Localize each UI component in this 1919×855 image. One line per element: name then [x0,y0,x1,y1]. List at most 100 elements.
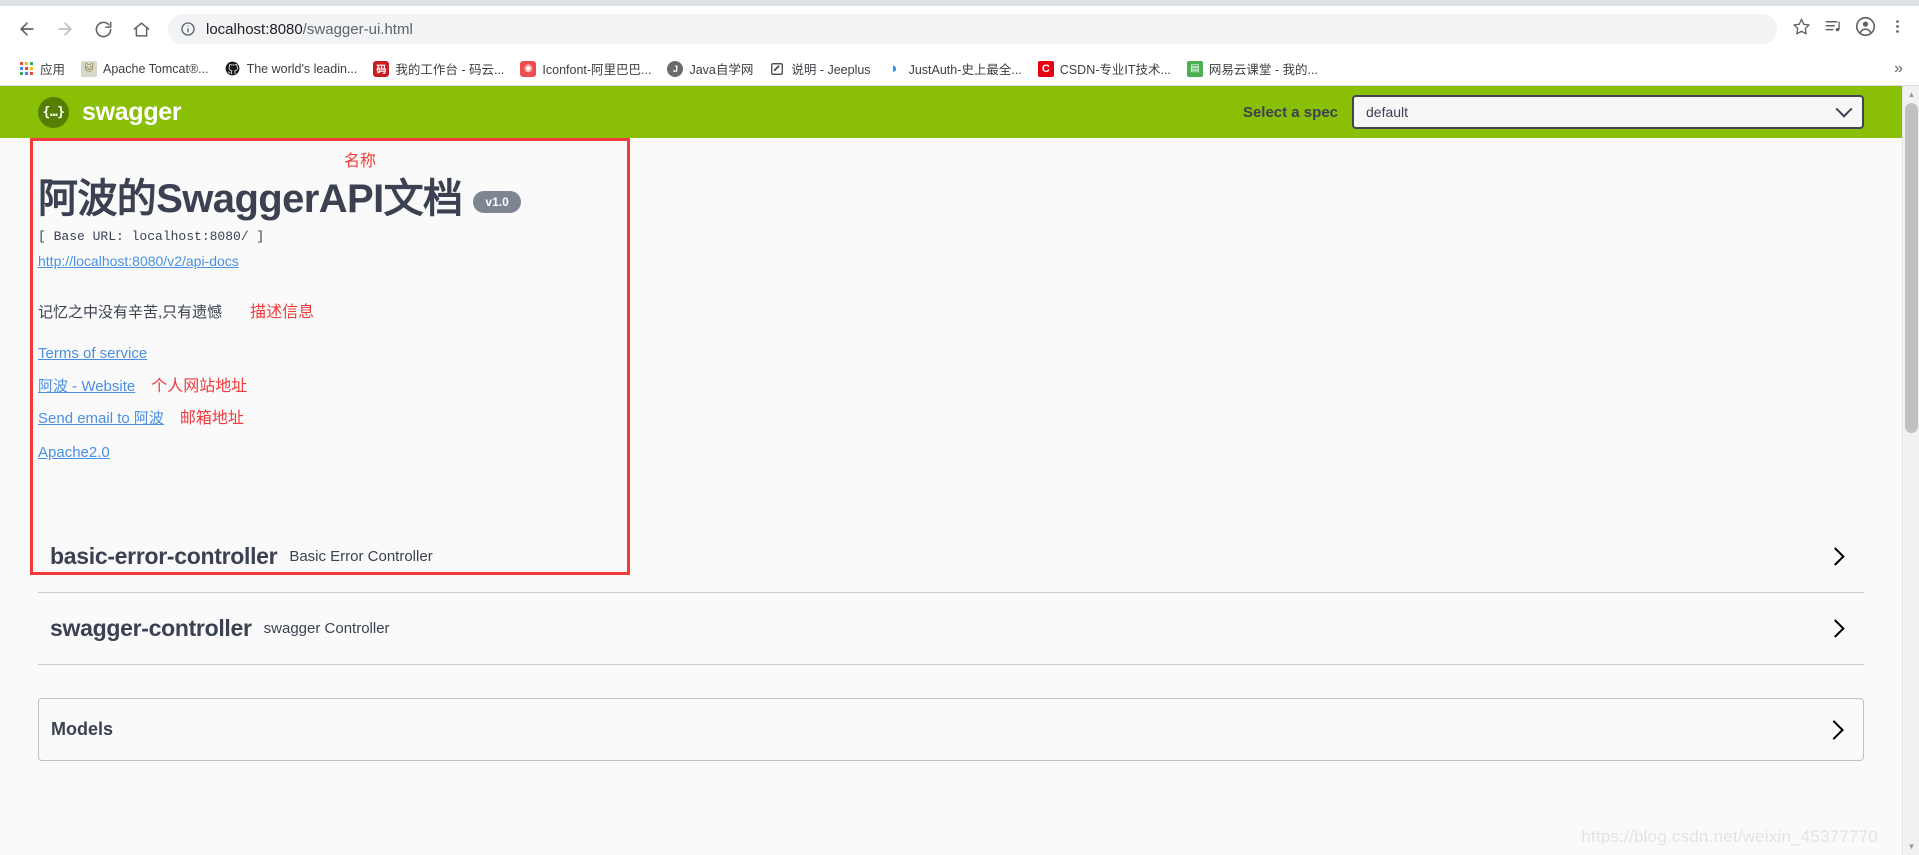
url-path: /swagger-ui.html [302,20,413,38]
csdn-watermark: https://blog.csdn.net/weixin_45377770 [1581,827,1878,846]
note-edit-icon [769,61,785,77]
annotation-name-label: 名称 [344,153,377,170]
three-dot-menu-icon [1889,18,1906,40]
tomcat-icon: 🐱 [81,60,98,77]
page-title: 阿波的SwaggerAPI文档 [38,177,463,221]
reload-button[interactable] [86,12,120,46]
bookmark-item-iconfont[interactable]: ◉ Iconfont-阿里巴巴... [512,55,659,82]
justauth-icon: ◗ [890,60,900,77]
bookmark-item-apps[interactable]: 应用 [10,55,73,82]
bookmark-label: The world's leadin... [246,61,358,76]
profile-button[interactable] [1849,13,1881,45]
site-info-icon[interactable] [180,21,196,37]
gitee-icon: 码 [373,60,390,77]
chevron-right-icon[interactable] [1826,619,1845,638]
netease-icon: ▤ [1186,60,1203,77]
terms-of-service-link[interactable]: Terms of service [38,345,147,362]
api-info-section: 名称 阿波的SwaggerAPI文档 v1.0 [ Base URL: loca… [0,138,1902,575]
page-viewport: {…} swagger Select a spec default 名称 阿波的… [0,86,1919,855]
license-line: Apache2.0 [38,444,1864,461]
spec-select-dropdown[interactable]: default [1352,95,1864,129]
github-icon [225,61,241,77]
bookmark-item-csdn[interactable]: C CSDN-专业IT技术... [1030,55,1179,82]
home-button[interactable] [124,12,158,46]
bookmark-label: 说明 - Jeeplus [791,63,871,77]
tag-name: swagger-controller [50,615,252,641]
chevron-down-icon [1835,100,1853,118]
bookmarks-overflow-button[interactable]: » [1886,60,1911,78]
bookmark-star-button[interactable] [1785,13,1817,45]
bookmark-label: JustAuth-史上最全... [908,63,1022,77]
base-url-text: [ Base URL: localhost:8080/ ] [38,229,265,244]
back-arrow-icon [17,19,37,39]
bookmark-item-github[interactable]: The world's leadin... [217,57,366,81]
reload-icon [94,20,113,39]
contact-email-link[interactable]: Send email to 阿波 [38,407,164,428]
api-tags-list: basic-error-controller Basic Error Contr… [0,521,1902,665]
tag-description: swagger Controller [263,620,390,637]
scrollbar-thumb[interactable] [1905,103,1918,433]
scroll-down-arrow-icon[interactable]: ▼ [1903,838,1919,855]
models-title: Models [51,719,114,739]
bookmark-item-jeeplus[interactable]: 说明 - Jeeplus [761,55,878,82]
browser-chrome: localhost:8080/swagger-ui.html 应用 🐱 Apac… [0,0,1919,86]
iconfont-icon: ◉ [520,60,537,77]
bookmarks-bar: 应用 🐱 Apache Tomcat®... The world's leadi… [0,52,1919,86]
browser-menu-button[interactable] [1881,13,1913,45]
bookmark-item-netease[interactable]: ▤ 网易云课堂 - 我的... [1179,55,1326,82]
terms-line: Terms of service [38,345,1864,362]
select-a-spec-label: Select a spec [1242,103,1338,121]
media-playlist-icon [1824,17,1843,41]
csdn-icon: C [1037,60,1054,77]
spec-select-value: default [1366,104,1409,120]
forward-button[interactable] [48,12,82,46]
annotation-email-label: 邮箱地址 [179,410,244,427]
annotation-website-label: 个人网站地址 [151,378,248,395]
bookmark-label: 应用 [40,63,66,77]
api-links-group: Terms of service 阿波 - Website 个人网站地址 Sen… [38,345,1864,461]
annotation-description-label: 描述信息 [250,304,315,321]
bookmark-label: Apache Tomcat®... [103,61,209,76]
back-button[interactable] [10,12,44,46]
tag-section-swagger-controller[interactable]: swagger-controller swagger Controller [38,593,1864,665]
spec-selector-group: Select a spec default [1243,95,1864,129]
chevron-right-icon[interactable] [1824,719,1844,740]
api-docs-link[interactable]: http://localhost:8080/v2/api-docs [38,253,239,269]
address-bar[interactable]: localhost:8080/swagger-ui.html [168,14,1777,44]
bookmark-item-justauth[interactable]: ◗ JustAuth-史上最全... [879,55,1030,82]
url-host: localhost:8080 [206,20,303,38]
api-description: 记忆之中没有辛苦,只有遗憾 [38,304,223,321]
bookmark-label: 我的工作台 - 码云... [395,63,505,77]
profile-avatar-icon [1855,16,1876,42]
address-bar-url: localhost:8080/swagger-ui.html [206,21,413,38]
scroll-up-arrow-icon[interactable]: ▲ [1903,86,1919,103]
browser-toolbar: localhost:8080/swagger-ui.html [0,6,1919,52]
tag-section-basic-error-controller[interactable]: basic-error-controller Basic Error Contr… [38,521,1864,593]
contact-website-link[interactable]: 阿波 - Website [38,375,135,396]
swagger-ui-page: {…} swagger Select a spec default 名称 阿波的… [0,86,1902,855]
page-scrollbar[interactable]: ▲ ▼ [1902,86,1919,855]
java-icon: J [667,60,684,77]
home-icon [132,20,151,39]
website-line: 阿波 - Website 个人网站地址 [38,372,1864,396]
api-title-row: 阿波的SwaggerAPI文档 v1.0 [38,178,1864,220]
swagger-logo[interactable]: {…} swagger [38,96,182,128]
bookmark-star-icon [1792,17,1811,41]
version-badge: v1.0 [473,191,521,213]
swagger-logo-text: swagger [82,97,182,126]
tag-description: Basic Error Controller [289,548,433,565]
bookmark-item-tomcat[interactable]: 🐱 Apache Tomcat®... [73,57,217,81]
bookmark-label: Iconfont-阿里巴巴... [542,63,652,77]
forward-arrow-icon [55,19,75,39]
bookmark-item-gitee[interactable]: 码 我的工作台 - 码云... [365,55,512,82]
bookmark-label: CSDN-专业IT技术... [1059,63,1171,77]
swagger-topbar: {…} swagger Select a spec default [0,86,1902,138]
api-description-row: 记忆之中没有辛苦,只有遗憾 描述信息 [38,298,1864,322]
media-playlist-button[interactable] [1817,13,1849,45]
license-link[interactable]: Apache2.0 [38,444,110,461]
bookmark-label: 网易云课堂 - 我的... [1208,63,1318,77]
models-section[interactable]: Models [38,698,1864,761]
chevron-right-icon[interactable] [1826,547,1845,566]
bookmark-item-java[interactable]: J Java自学网 [659,55,761,82]
email-line: Send email to 阿波 邮箱地址 [38,404,1864,428]
